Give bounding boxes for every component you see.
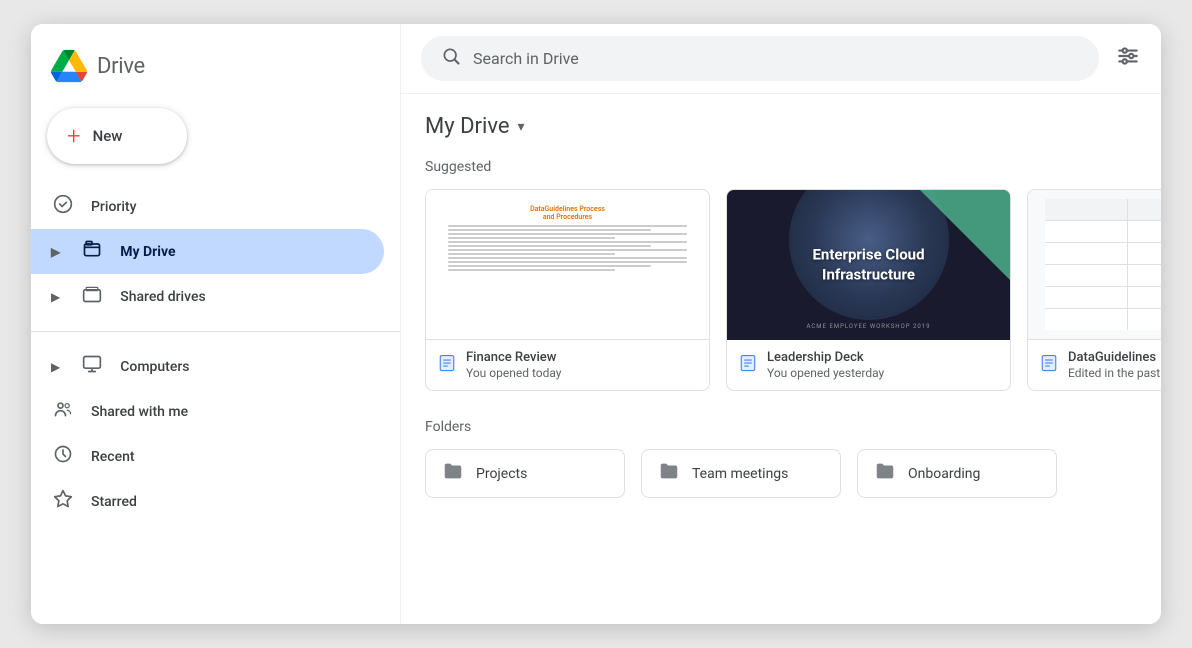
sidebar-item-starred-label: Starred bbox=[91, 494, 364, 510]
search-icon bbox=[441, 46, 461, 71]
sidebar-item-my-drive[interactable]: ▶ My Drive bbox=[31, 229, 384, 274]
folder-item-onboarding[interactable]: Onboarding bbox=[857, 449, 1057, 498]
doc-line bbox=[448, 253, 615, 255]
nav-divider bbox=[31, 331, 400, 332]
doc-line bbox=[448, 265, 651, 267]
enterprise-subtitle: ACME EMPLOYEE WORKSHOP 2019 bbox=[727, 323, 1010, 330]
plus-icon: + bbox=[67, 124, 81, 148]
doc-icon-data bbox=[1040, 354, 1058, 376]
sidebar-item-computers-label: Computers bbox=[120, 359, 364, 375]
priority-icon bbox=[51, 194, 75, 219]
sidebar-item-recent-label: Recent bbox=[91, 449, 364, 465]
sidebar-item-starred[interactable]: Starred bbox=[31, 479, 384, 524]
folder-icon-team-meetings bbox=[658, 460, 680, 487]
card-info-data: DataGuidelines Edited in the past wee bbox=[1068, 350, 1161, 380]
folders-label: Folders bbox=[425, 419, 1137, 435]
folder-item-projects[interactable]: Projects bbox=[425, 449, 625, 498]
sidebar-item-my-drive-label: My Drive bbox=[120, 244, 364, 260]
sidebar-item-shared-drives-label: Shared drives bbox=[120, 289, 364, 305]
doc-line bbox=[448, 241, 687, 243]
file-card-finance-review[interactable]: DataGuidelines Processand Procedures bbox=[425, 189, 710, 391]
sidebar-item-shared-drives[interactable]: ▶ Shared drives bbox=[31, 274, 384, 319]
filter-icon[interactable] bbox=[1115, 43, 1141, 74]
card-info-finance: Finance Review You opened today bbox=[466, 350, 561, 380]
data-filename: DataGuidelines bbox=[1068, 350, 1161, 365]
enterprise-title: Enterprise CloudInfrastructure bbox=[812, 246, 924, 285]
doc-line bbox=[448, 225, 687, 227]
my-drive-icon bbox=[80, 239, 104, 264]
sidebar-item-priority-label: Priority bbox=[91, 199, 364, 215]
header: Search in Drive bbox=[401, 24, 1161, 94]
doc-line bbox=[448, 257, 687, 259]
leadership-deck-preview: Enterprise CloudInfrastructure ACME EMPL… bbox=[727, 190, 1010, 340]
sidebar-item-priority[interactable]: Priority bbox=[31, 184, 384, 229]
doc-line bbox=[448, 261, 687, 263]
folder-icon-projects bbox=[442, 460, 464, 487]
expand-arrow-computers-icon: ▶ bbox=[51, 360, 60, 374]
file-card-data-guidelines[interactable]: DataGuidelines Edited in the past wee bbox=[1027, 189, 1161, 391]
computers-icon bbox=[80, 354, 104, 379]
doc-content: DataGuidelines Processand Procedures bbox=[440, 197, 695, 331]
doc-title: DataGuidelines Processand Procedures bbox=[448, 205, 687, 221]
app-title: Drive bbox=[97, 54, 145, 79]
doc-line bbox=[448, 233, 687, 235]
shared-with-me-icon bbox=[51, 399, 75, 424]
data-meta: Edited in the past wee bbox=[1068, 366, 1161, 380]
doc-line bbox=[448, 249, 687, 251]
expand-arrow-icon: ▶ bbox=[51, 245, 60, 259]
data-guidelines-preview bbox=[1028, 190, 1161, 340]
folders-row: Projects Team meetings bbox=[425, 449, 1137, 498]
search-bar[interactable]: Search in Drive bbox=[421, 36, 1099, 81]
finance-meta: You opened today bbox=[466, 366, 561, 380]
content-area: My Drive ▾ Suggested DataGuidelines Proc… bbox=[401, 94, 1161, 624]
card-footer-finance: Finance Review You opened today bbox=[426, 340, 709, 390]
folder-team-meetings-label: Team meetings bbox=[692, 466, 788, 482]
main-content: Search in Drive My Drive ▾ bbox=[401, 24, 1161, 624]
browser-window: Drive + New Priority ▶ bbox=[31, 24, 1161, 624]
leadership-meta: You opened yesterday bbox=[767, 366, 884, 380]
doc-line bbox=[448, 245, 651, 247]
sidebar: Drive + New Priority ▶ bbox=[31, 24, 401, 624]
finance-review-preview: DataGuidelines Processand Procedures bbox=[426, 190, 709, 340]
suggested-label: Suggested bbox=[425, 159, 1137, 175]
search-placeholder: Search in Drive bbox=[473, 49, 579, 68]
finance-filename: Finance Review bbox=[466, 350, 561, 365]
doc-icon bbox=[438, 354, 456, 376]
folder-projects-label: Projects bbox=[476, 466, 527, 482]
doc-lines bbox=[448, 225, 687, 271]
spreadsheet-grid bbox=[1045, 199, 1161, 330]
folder-onboarding-label: Onboarding bbox=[908, 466, 980, 482]
sidebar-item-recent[interactable]: Recent bbox=[31, 434, 384, 479]
shared-drives-icon bbox=[80, 284, 104, 309]
file-card-leadership-deck[interactable]: Enterprise CloudInfrastructure ACME EMPL… bbox=[726, 189, 1011, 391]
folder-item-team-meetings[interactable]: Team meetings bbox=[641, 449, 841, 498]
expand-arrow-shared-icon: ▶ bbox=[51, 290, 60, 304]
doc-line bbox=[448, 237, 615, 239]
card-info-leadership: Leadership Deck You opened yesterday bbox=[767, 350, 884, 380]
card-footer-leadership: Leadership Deck You opened yesterday bbox=[727, 340, 1010, 390]
drive-logo-icon bbox=[51, 48, 87, 84]
suggested-files-row: DataGuidelines Processand Procedures bbox=[425, 189, 1137, 391]
doc-icon-leadership bbox=[739, 354, 757, 376]
new-button-label: New bbox=[93, 127, 123, 145]
leadership-filename: Leadership Deck bbox=[767, 350, 884, 365]
sidebar-item-shared-with-me-label: Shared with me bbox=[91, 404, 364, 420]
sidebar-item-computers[interactable]: ▶ Computers bbox=[31, 344, 384, 389]
starred-icon bbox=[51, 489, 75, 514]
drive-dropdown-icon[interactable]: ▾ bbox=[518, 119, 525, 135]
folder-icon-onboarding bbox=[874, 460, 896, 487]
doc-line bbox=[448, 229, 651, 231]
logo-area: Drive bbox=[31, 40, 400, 100]
card-footer-data-guidelines: DataGuidelines Edited in the past wee bbox=[1028, 340, 1161, 390]
section-header: My Drive ▾ bbox=[425, 114, 1137, 139]
doc-line bbox=[448, 269, 615, 271]
sidebar-item-shared-with-me[interactable]: Shared with me bbox=[31, 389, 384, 434]
recent-icon bbox=[51, 444, 75, 469]
drive-section-title: My Drive bbox=[425, 114, 510, 139]
new-button[interactable]: + New bbox=[47, 108, 187, 164]
